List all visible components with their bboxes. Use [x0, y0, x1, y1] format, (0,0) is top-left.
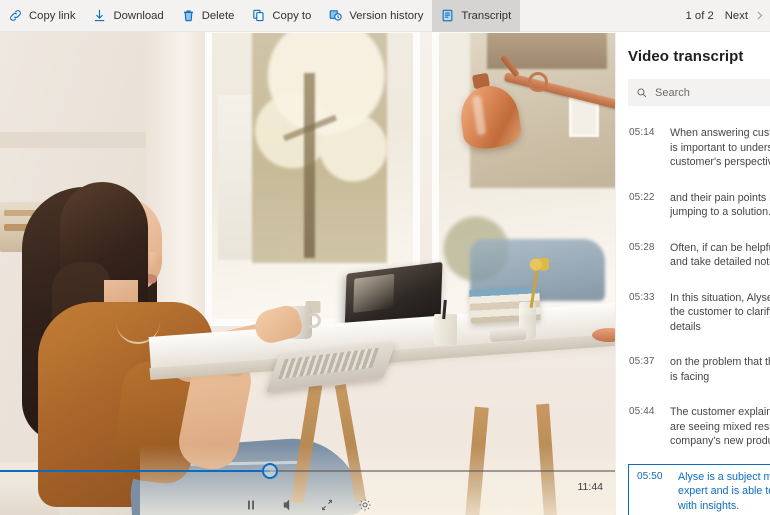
transcript-entry[interactable]: 05:37 on the problem that the customer i… — [616, 349, 770, 390]
transcript-text: on the problem that the customer is faci… — [670, 356, 770, 383]
seek-progress — [0, 470, 270, 472]
transcript-entry[interactable]: 05:14 When answering customer calls, it … — [616, 120, 770, 176]
fullscreen-button[interactable] — [317, 495, 337, 515]
video-controls: 11:44 — [0, 455, 615, 515]
transcript-timestamp: 05:33 — [629, 291, 655, 303]
duration-label: 11:44 — [577, 481, 604, 493]
pager: 1 of 2 Next — [686, 9, 770, 22]
settings-button[interactable] — [355, 495, 375, 515]
copy-to-label: Copy to — [272, 9, 312, 22]
transcript-text: The customer explains that they are seei… — [670, 406, 770, 447]
transcript-entry-active[interactable]: 05:50 Alyse is a subject matter expert a… — [628, 463, 770, 515]
delete-label: Delete — [201, 9, 235, 22]
transcript-button[interactable]: Transcript — [432, 0, 521, 32]
transcript-search-input[interactable]: Search — [628, 79, 770, 106]
next-button[interactable]: Next — [725, 9, 766, 22]
transcript-text: and their pain points before jumping to … — [670, 191, 770, 219]
trash-icon — [181, 8, 196, 23]
transcript-timestamp: 05:37 — [629, 356, 655, 367]
download-icon — [92, 8, 107, 23]
copy-icon — [251, 8, 266, 23]
transcript-icon — [440, 8, 455, 23]
transcript-timestamp: 05:50 — [637, 470, 663, 482]
transcript-label: Transcript — [461, 9, 512, 22]
transcript-text: In this situation, Alyse is asking the c… — [670, 291, 770, 333]
transcript-entry-list: 05:14 When answering customer calls, it … — [616, 120, 770, 515]
copy-link-button[interactable]: Copy link — [0, 0, 84, 32]
transcript-entry[interactable]: 05:33 In this situation, Alyse is asking… — [616, 285, 770, 341]
version-history-button[interactable]: Version history — [320, 0, 432, 32]
transcript-panel: Video transcript Search 05:14 When answe… — [615, 32, 770, 515]
link-icon — [8, 8, 23, 23]
page-count-label: 1 of 2 — [685, 9, 714, 22]
transcript-timestamp: 05:44 — [629, 406, 655, 417]
seek-handle[interactable] — [262, 463, 278, 479]
transcript-entry[interactable]: 05:28 Often, if can be helpful to pause … — [616, 235, 770, 276]
transcript-entry[interactable]: 05:44 The customer explains that they ar… — [616, 399, 770, 455]
transcript-text: Alyse is a subject matter expert and is … — [678, 470, 770, 512]
speaker-mute-icon — [282, 498, 296, 512]
mute-button[interactable] — [279, 495, 299, 515]
search-placeholder: Search — [655, 86, 690, 99]
delete-button[interactable]: Delete — [173, 0, 244, 32]
transcript-timestamp: 05:28 — [629, 241, 655, 253]
expand-icon — [320, 498, 334, 512]
download-label: Download — [113, 9, 164, 22]
playback-controls — [0, 495, 615, 515]
pause-button[interactable] — [241, 495, 261, 515]
seek-bar[interactable] — [0, 463, 615, 479]
command-bar: Copy link Download Delete Copy to Versio… — [0, 0, 770, 32]
search-icon — [636, 87, 648, 99]
chevron-right-icon — [753, 9, 766, 22]
version-history-label: Version history — [349, 9, 424, 22]
transcript-timestamp: 05:22 — [629, 191, 655, 203]
history-icon — [328, 8, 343, 23]
copy-to-button[interactable]: Copy to — [243, 0, 320, 32]
transcript-entry[interactable]: 05:22 and their pain points before jumpi… — [616, 185, 770, 226]
video-frame-image — [0, 32, 615, 515]
transcript-panel-title: Video transcript — [628, 48, 744, 65]
video-stage[interactable]: 11:44 — [0, 32, 615, 515]
pause-icon — [244, 498, 258, 512]
transcript-timestamp: 05:14 — [629, 127, 655, 138]
video-viewer-page: Copy link Download Delete Copy to Versio… — [0, 0, 770, 515]
download-button[interactable]: Download — [84, 0, 172, 32]
next-label: Next — [724, 9, 748, 22]
transcript-text: Often, if can be helpful to pause and ta… — [670, 241, 770, 269]
copy-link-label: Copy link — [29, 9, 76, 22]
transcript-text: When answering customer calls, it is imp… — [670, 127, 770, 168]
gear-icon — [358, 498, 372, 512]
